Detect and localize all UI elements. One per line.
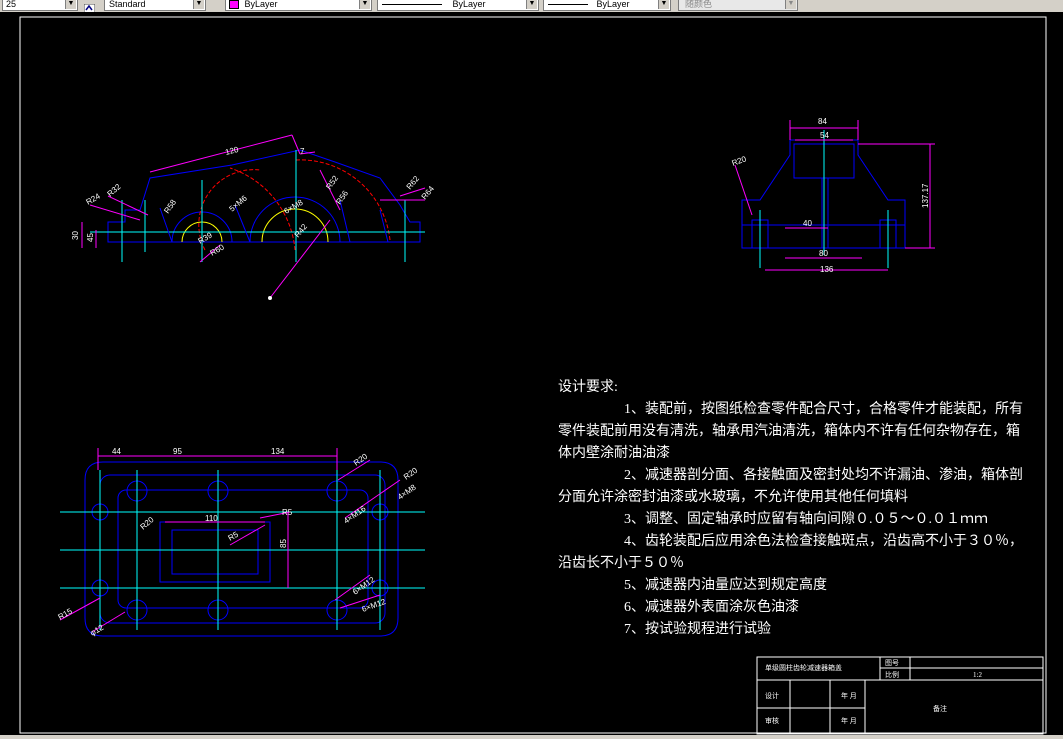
dim-label: R20: [139, 515, 156, 532]
dim-label: 84: [818, 117, 827, 126]
linetype-combo[interactable]: ByLayer ▼: [377, 0, 539, 11]
dim-label: 4×M8: [396, 482, 418, 501]
dim-label: R15: [57, 606, 75, 621]
dim-label: R60: [209, 242, 227, 257]
color-value: ByLayer: [244, 0, 278, 9]
dim-label: 136: [820, 265, 834, 274]
chevron-down-icon[interactable]: ▼: [65, 0, 76, 9]
front-view: [81, 134, 426, 300]
dim-label: 6×M12: [351, 575, 377, 597]
chevron-down-icon[interactable]: ▼: [526, 0, 537, 9]
note-item: 4、齿轮装配后应用涂色法检查接触斑点，沿齿高不小于３０％，沿齿长不小于５０％: [558, 534, 1023, 571]
note-item: 3、调整、固定轴承时应留有轴向间隙０.０５～０.０１ｍｍ: [624, 512, 988, 527]
plot-style-value: 随颜色: [685, 0, 713, 9]
dim-label: R58: [162, 198, 178, 216]
note-item: 1、装配前，按图纸检查零件配合尺寸，合格零件才能装配，所有零件装配前用没有清洗，…: [558, 402, 1023, 461]
top-view-labels: 44 95 134 110 R5 R5 85 R20 4×M16 4×M8 R2…: [57, 447, 420, 638]
side-view-labels: 84 54 40 80 136 R20 137.17: [731, 117, 930, 274]
lineweight-combo[interactable]: ByLayer ▼: [543, 0, 671, 11]
title-block: 单级圆柱齿轮减速器箱盖 图号 比例 1:2 设计 年 月 审核 年 月 备注: [757, 657, 1043, 734]
scale-value: 1:2: [973, 671, 982, 679]
dim-label: 85: [279, 539, 288, 548]
dim-label: 30: [71, 231, 80, 240]
dim-label: 40: [803, 219, 812, 228]
dim-label: 54: [820, 131, 829, 140]
chevron-down-icon[interactable]: ▼: [658, 0, 669, 9]
note-item: 5、减速器内油量应达到规定高度: [624, 578, 827, 593]
drawing-canvas[interactable]: 120 7 R24 R32 R58 R39 5×M6 6×M8 R42 R52 …: [0, 12, 1063, 735]
dim-label: 134: [271, 447, 285, 456]
chevron-down-icon[interactable]: ▼: [359, 0, 370, 9]
lineweight-sample: [548, 4, 588, 6]
dim-label: R24: [85, 191, 103, 206]
color-swatch: [229, 0, 239, 9]
notes-title: 设计要求:: [558, 380, 618, 395]
side-view: [734, 120, 935, 271]
designer-label: 设计: [765, 692, 779, 700]
front-view-labels: 120 7 R24 R32 R58 R39 5×M6 6×M8 R42 R52 …: [71, 145, 436, 258]
note-item: 2、减速器剖分面、各接触面及密封处均不许漏油、渗油，箱体剖分面允许涂密封油漆或水…: [558, 468, 1023, 505]
dim-label: R42: [293, 222, 310, 239]
chevron-down-icon[interactable]: ▼: [785, 0, 796, 9]
dim-label: R52: [324, 174, 340, 192]
plot-style-combo[interactable]: 随颜色 ▼: [678, 0, 798, 11]
design-requirements: 设计要求: 1、装配前，按图纸检查零件配合尺寸，合格零件才能装配，所有零件装配前…: [558, 377, 1028, 641]
linetype-scale-combo[interactable]: 25 ▼: [2, 0, 78, 11]
dim-label: R5: [282, 508, 293, 517]
dim-label: 120: [224, 145, 240, 157]
dim-label: 4×M16: [342, 504, 368, 526]
dim-label: R32: [106, 182, 123, 199]
remarks-label: 备注: [933, 705, 947, 713]
lineweight-value: ByLayer: [596, 0, 630, 9]
text-style-icon[interactable]: [83, 0, 96, 12]
dim-label: 110: [205, 514, 218, 523]
reviewer-label: 审核: [765, 717, 779, 725]
status-bar: [0, 735, 1063, 739]
text-style-value: Standard: [109, 0, 146, 9]
dim-label: R20: [731, 154, 748, 168]
dim-label: 45: [86, 233, 95, 242]
drawing-no-label: 图号: [885, 659, 899, 667]
note-item: 6、减速器外表面涂灰色油漆: [624, 600, 799, 615]
text-style-combo[interactable]: Standard ▼: [104, 0, 206, 11]
design-date: 年 月: [841, 692, 857, 700]
dim-label: R56: [334, 189, 350, 207]
linetype-value: ByLayer: [452, 0, 486, 9]
color-combo[interactable]: ByLayer ▼: [225, 0, 372, 11]
dim-label: 95: [173, 447, 182, 456]
dim-label: 137.17: [921, 183, 930, 208]
dim-label: R62: [405, 174, 422, 191]
part-name: 单级圆柱齿轮减速器箱盖: [765, 664, 842, 672]
review-date: 年 月: [841, 717, 857, 725]
dim-label: 6×M12: [361, 597, 388, 614]
dim-label: 5×M6: [228, 193, 250, 213]
chevron-down-icon[interactable]: ▼: [193, 0, 204, 9]
dim-label: 44: [112, 447, 121, 456]
dim-label: 7: [300, 147, 305, 156]
linetype-sample: [382, 4, 442, 6]
dim-label: 6×M8: [283, 198, 306, 216]
dim-label: R20: [402, 466, 420, 482]
note-item: 7、按试验规程进行试验: [624, 622, 771, 637]
scale-label: 比例: [885, 671, 899, 679]
linetype-scale-value: 25: [6, 0, 17, 9]
dim-label: R64: [420, 184, 437, 201]
dim-label: 80: [819, 249, 828, 258]
